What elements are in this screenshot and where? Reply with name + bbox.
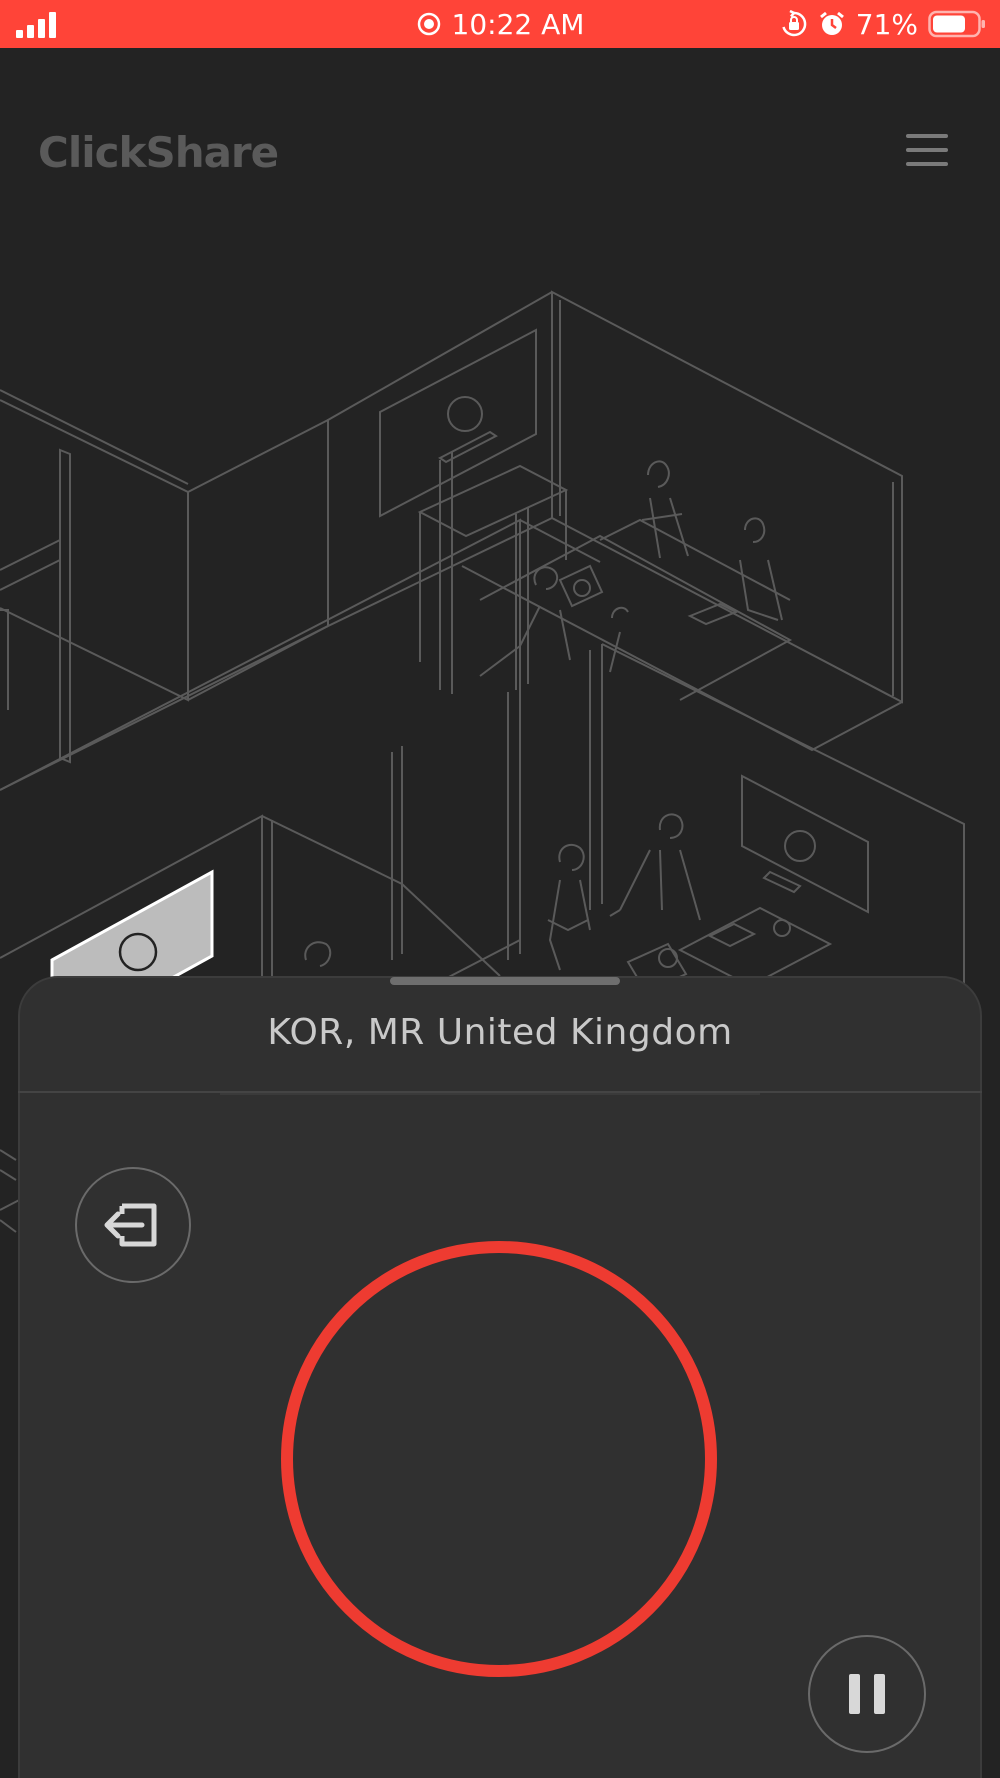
status-right: 71%: [780, 0, 986, 48]
status-bar: 10:22 AM 71%: [0, 0, 1000, 48]
battery-icon: [928, 10, 985, 38]
clickshare-logo: ClickShare: [38, 128, 279, 177]
leave-meeting-button[interactable]: [75, 1167, 191, 1283]
rotation-lock-icon: [782, 10, 807, 37]
screen: 10:22 AM 71% ClickShare KOR, MR United K…: [0, 0, 1000, 1778]
alarm-icon: [819, 11, 844, 35]
hamburger-menu-icon[interactable]: [906, 134, 948, 174]
sheet-grabber-handle[interactable]: [390, 977, 620, 985]
room-name: KOR, MR United Kingdom: [267, 1012, 733, 1053]
share-screen-button[interactable]: [281, 1241, 717, 1677]
sheet-divider-inner: [220, 1093, 760, 1095]
battery-percent: 71%: [855, 7, 918, 41]
pause-icon: [849, 1674, 885, 1714]
status-time: 10:22 AM: [451, 7, 585, 41]
pause-button[interactable]: [808, 1635, 926, 1753]
recording-icon: [417, 12, 440, 36]
leave-meeting-icon: [104, 1203, 157, 1247]
